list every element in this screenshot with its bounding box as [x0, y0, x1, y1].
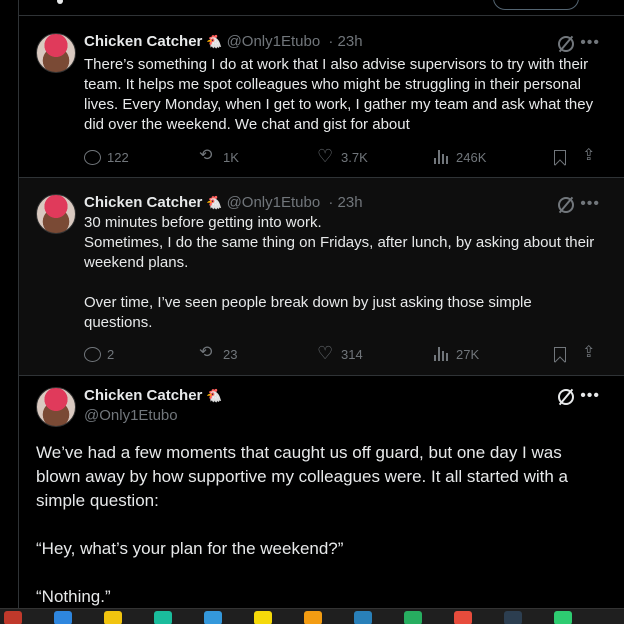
chicken-emoji-icon: 🐔 — [206, 388, 223, 403]
taskbar-app-icon[interactable] — [4, 611, 22, 624]
share-button[interactable] — [582, 345, 600, 362]
share-icon — [582, 345, 600, 362]
thread-post[interactable]: Chicken Catcher 🐔 @Only1Etubo · 23h ••• 30… — [19, 178, 624, 376]
views-icon — [434, 347, 450, 361]
author-handle[interactable]: @Only1Etubo — [227, 194, 321, 211]
grok-icon[interactable] — [558, 389, 574, 405]
author-name[interactable]: Chicken Catcher — [84, 33, 202, 50]
author-handle[interactable]: @Only1Etubo — [84, 407, 178, 424]
bookmark-button[interactable] — [554, 346, 566, 362]
thread-post[interactable]: Chicken Catcher 🐔 @Only1Etubo · 23h ••• Th… — [19, 17, 624, 178]
partial-icon — [57, 0, 63, 4]
author-handle[interactable]: @Only1Etubo — [227, 33, 321, 50]
previous-post-strip — [19, 0, 624, 16]
bookmark-icon — [554, 149, 566, 165]
post-header: Chicken Catcher 🐔 @Only1Etubo · 23h — [84, 33, 363, 50]
like-button[interactable]: 314 — [317, 345, 363, 362]
reply-button[interactable]: 122 — [84, 149, 129, 165]
view-count: 246K — [456, 149, 487, 165]
taskbar-app-icon[interactable] — [304, 611, 322, 624]
taskbar — [0, 608, 624, 624]
share-button[interactable] — [582, 148, 600, 165]
taskbar-app-icon[interactable] — [154, 611, 172, 624]
post-time[interactable]: · 23h — [328, 33, 362, 50]
post-actions: 122 1K 3.7K 246K — [84, 147, 602, 167]
post-actions: 2 23 314 27K — [84, 344, 602, 364]
author-name[interactable]: Chicken Catcher — [84, 387, 202, 404]
author-name[interactable]: Chicken Catcher — [84, 194, 202, 211]
more-icon[interactable]: ••• — [580, 34, 600, 52]
partial-button[interactable] — [493, 0, 579, 10]
bookmark-icon — [554, 346, 566, 362]
taskbar-app-icon[interactable] — [354, 611, 372, 624]
taskbar-app-icon[interactable] — [54, 611, 72, 624]
post-header: Chicken Catcher 🐔 @Only1Etubo · 23h — [84, 194, 363, 211]
taskbar-app-icon[interactable] — [254, 611, 272, 624]
like-count: 314 — [341, 346, 363, 362]
bookmark-button[interactable] — [554, 149, 566, 165]
avatar[interactable] — [36, 387, 76, 427]
more-icon[interactable]: ••• — [580, 387, 600, 405]
taskbar-app-icon[interactable] — [454, 611, 472, 624]
avatar[interactable] — [36, 194, 76, 234]
chicken-emoji-icon: 🐔 — [206, 195, 223, 210]
reply-count: 122 — [107, 149, 129, 165]
like-count: 3.7K — [341, 149, 368, 165]
reply-count: 2 — [107, 346, 115, 362]
taskbar-app-icon[interactable] — [404, 611, 422, 624]
views-button[interactable]: 246K — [434, 150, 486, 165]
main-post[interactable]: Chicken Catcher 🐔 @Only1Etubo ••• We’ve h… — [19, 376, 624, 608]
reply-button[interactable]: 2 — [84, 346, 115, 362]
post-text: We’ve had a few moments that caught us o… — [36, 443, 568, 606]
share-icon — [582, 148, 600, 165]
chicken-emoji-icon: 🐔 — [206, 34, 223, 49]
like-icon — [317, 345, 335, 362]
reply-icon — [84, 346, 101, 362]
repost-count: 23 — [223, 346, 238, 362]
repost-icon — [199, 345, 217, 362]
views-button[interactable]: 27K — [434, 347, 479, 362]
reply-icon — [84, 149, 101, 165]
grok-icon[interactable] — [558, 197, 574, 213]
like-icon — [317, 148, 335, 165]
repost-button[interactable]: 23 — [199, 345, 238, 362]
views-icon — [434, 150, 450, 164]
taskbar-app-icon[interactable] — [204, 611, 222, 624]
post-text: There’s something I do at work that I al… — [84, 56, 598, 133]
post-time[interactable]: · 23h — [328, 194, 362, 211]
grok-icon[interactable] — [558, 36, 574, 52]
more-icon[interactable]: ••• — [580, 195, 600, 213]
taskbar-app-icon[interactable] — [504, 611, 522, 624]
avatar[interactable] — [36, 33, 76, 73]
view-count: 27K — [456, 346, 480, 362]
post-header: Chicken Catcher 🐔 — [84, 387, 223, 404]
repost-button[interactable]: 1K — [199, 148, 239, 165]
post-text: 30 minutes before getting into work. Som… — [84, 214, 595, 331]
repost-icon — [199, 148, 217, 165]
repost-count: 1K — [223, 149, 239, 165]
taskbar-app-icon[interactable] — [104, 611, 122, 624]
taskbar-app-icon[interactable] — [554, 611, 572, 624]
like-button[interactable]: 3.7K — [317, 148, 368, 165]
